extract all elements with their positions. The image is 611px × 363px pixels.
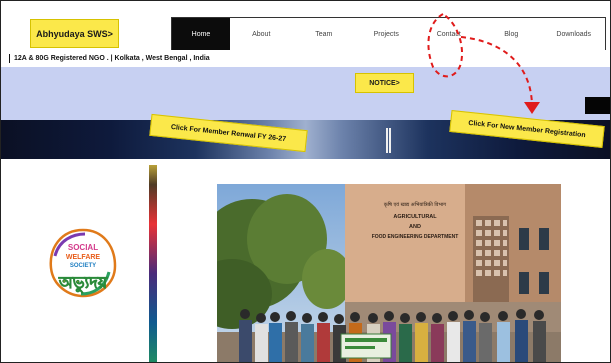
nav-item-home[interactable]: Home [172,18,230,50]
nav-item-projects[interactable]: Projects [355,18,418,50]
logo-line-2: WELFARE [66,254,101,261]
side-tab[interactable] [585,97,610,114]
group-photo: कृषि एवं खाद्य अभियांत्रिकी विभाग AGRICU… [217,184,561,362]
logo-line-3: SOCIETY [70,263,96,269]
nav-item-downloads[interactable]: Downloads [543,18,606,50]
decorative-strip [149,165,157,362]
browser-viewport: Abhyudaya SWS> Home About Team Projects … [0,0,611,363]
banner-divider [386,128,388,153]
society-logo: SOCIAL WELFARE SOCIETY অভ্যুদয় [49,228,117,298]
nav-item-contact[interactable]: Contact [418,18,481,50]
sign-line-4: FOOD ENGINEERING DEPARTMENT [372,234,459,240]
logo-script: অভ্যুদয় [58,273,108,294]
nav-item-about[interactable]: About [230,18,293,50]
main-navigation: Home About Team Projects Contact Blog Do… [171,17,606,51]
sign-line-2: AGRICULTURAL [393,214,437,220]
nav-item-team[interactable]: Team [293,18,356,50]
separator-bar [9,53,10,63]
info-text: 12A & 80G Registered NGO . | Kolkata , W… [14,54,210,62]
nav-item-blog[interactable]: Blog [480,18,543,50]
banner-divider [389,128,391,153]
sign-line-3: AND [409,224,421,230]
sign-line-1: कृषि एवं खाद्य अभियांत्रिकी विभाग [384,201,446,208]
brand-button[interactable]: Abhyudaya SWS> [30,19,119,48]
info-bar: 12A & 80G Registered NGO . | Kolkata , W… [1,50,610,66]
notice-band [1,67,610,120]
site-header: Abhyudaya SWS> Home About Team Projects … [1,1,610,51]
logo-line-1: SOCIAL [68,243,98,252]
notice-button[interactable]: NOTICE> [355,73,414,93]
